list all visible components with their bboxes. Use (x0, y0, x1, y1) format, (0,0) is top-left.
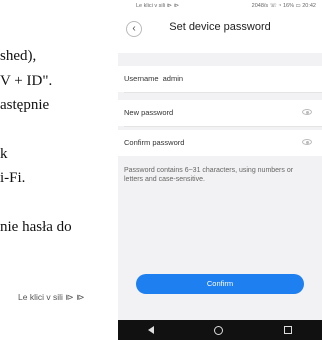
username-label-text: Username (124, 74, 159, 83)
confirm-password-row[interactable]: Confirm password (118, 130, 322, 156)
page-title: Set device password (169, 21, 271, 33)
document-fragment: shed), V + ID". astępnie k i-Fi. nie has… (0, 0, 118, 340)
new-password-field[interactable]: New password (124, 108, 173, 117)
doc-line-3: astępnie (0, 97, 50, 113)
confirm-button[interactable]: Confirm (136, 274, 304, 294)
back-icon[interactable] (148, 326, 155, 334)
doc-line-5: i-Fi. (0, 170, 26, 186)
status-bar: Le klici v sili ⧐ ⧐ 2048/s ☏ ◔ 16% ▭ 20:… (118, 0, 322, 11)
doc-line-1: shed), (0, 48, 37, 64)
username-row: Username admin (118, 66, 322, 92)
doc-line-2: V + ID". (0, 73, 53, 89)
doc-line-4: k (0, 146, 8, 162)
divider (124, 92, 322, 93)
confirm-password-field[interactable]: Confirm password (124, 138, 184, 147)
doc-line-6: nie hasła do (0, 219, 72, 235)
doc-caption: Le klici v sili ⧐ ⧐ (18, 292, 85, 302)
username-value: admin (162, 74, 184, 83)
new-password-row[interactable]: New password (118, 100, 322, 126)
recent-apps-icon[interactable] (283, 326, 292, 334)
home-icon[interactable] (214, 325, 224, 335)
header: ‹ Set device password (118, 11, 322, 53)
divider (124, 126, 322, 127)
status-left: Le klici v sili ⧐ ⧐ (136, 2, 180, 9)
password-hint: Password contains 6~31 characters, using… (124, 167, 294, 183)
eye-icon[interactable] (302, 109, 312, 115)
phone-screen: Le klici v sili ⧐ ⧐ 2048/s ☏ ◔ 16% ▭ 20:… (118, 0, 322, 340)
status-right: 2048/s ☏ ◔ 16% ▭ 20:42 (251, 2, 316, 9)
navigation-bar (118, 320, 322, 340)
eye-icon[interactable] (302, 139, 312, 145)
username-label: Username admin (124, 74, 183, 83)
